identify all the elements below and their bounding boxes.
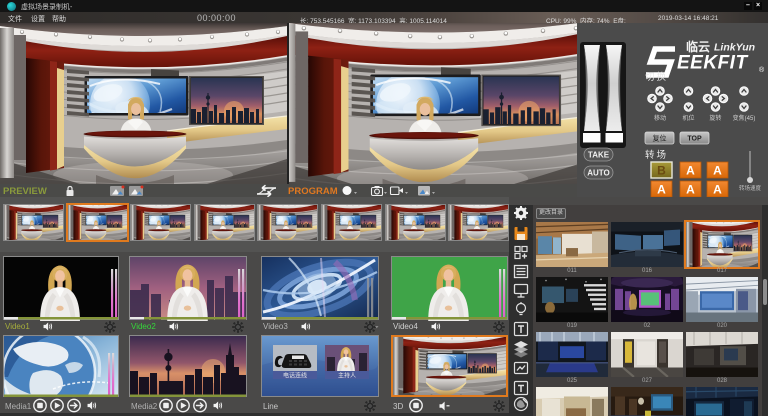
svg-text:Media2: Media2	[131, 402, 158, 411]
svg-text:主持人: 主持人	[338, 372, 356, 380]
svg-text:A: A	[713, 164, 722, 178]
svg-text:Video3: Video3	[263, 322, 288, 331]
svg-text:A: A	[657, 183, 666, 197]
svg-text:A: A	[713, 183, 722, 197]
svg-text:PROGRAM: PROGRAM	[288, 186, 338, 197]
svg-text:B: B	[657, 164, 666, 178]
svg-text:PREVIEW: PREVIEW	[3, 186, 47, 197]
svg-text:Media1: Media1	[5, 402, 32, 411]
svg-text:转场: 转场	[645, 149, 668, 161]
svg-text:Video1: Video1	[5, 322, 30, 331]
svg-text:EEKFIT: EEKFIT	[677, 53, 748, 74]
svg-text:TAKE: TAKE	[588, 151, 610, 160]
svg-text:Line: Line	[263, 402, 279, 411]
svg-text:Video2: Video2	[131, 322, 156, 331]
svg-text:移动: 移动	[654, 114, 666, 122]
svg-text:Video4: Video4	[393, 322, 418, 331]
svg-text:转场速度: 转场速度	[739, 184, 762, 192]
svg-text:旋转: 旋转	[709, 114, 721, 122]
svg-text:电话连线: 电话连线	[283, 372, 307, 380]
svg-text:®: ®	[759, 66, 765, 74]
svg-text:机位: 机位	[682, 114, 694, 122]
svg-text:AUTO: AUTO	[587, 169, 610, 178]
svg-text:A: A	[686, 183, 695, 197]
svg-text:变焦(45): 变焦(45)	[733, 114, 756, 122]
svg-text:TOP: TOP	[687, 136, 702, 143]
svg-text:3D: 3D	[393, 402, 403, 411]
svg-text:A: A	[686, 164, 695, 178]
svg-text:切换: 切换	[645, 71, 668, 83]
svg-text:复位: 复位	[653, 134, 667, 143]
